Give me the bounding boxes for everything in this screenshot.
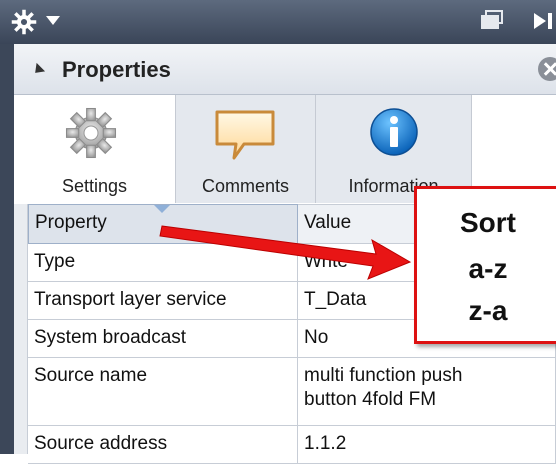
- sort-option-az: a-z: [468, 253, 508, 284]
- sort-callout-title: Sort: [460, 207, 516, 238]
- sort-callout: Sort a-z z-a: [414, 186, 556, 344]
- sort-option-za: z-a: [468, 295, 508, 326]
